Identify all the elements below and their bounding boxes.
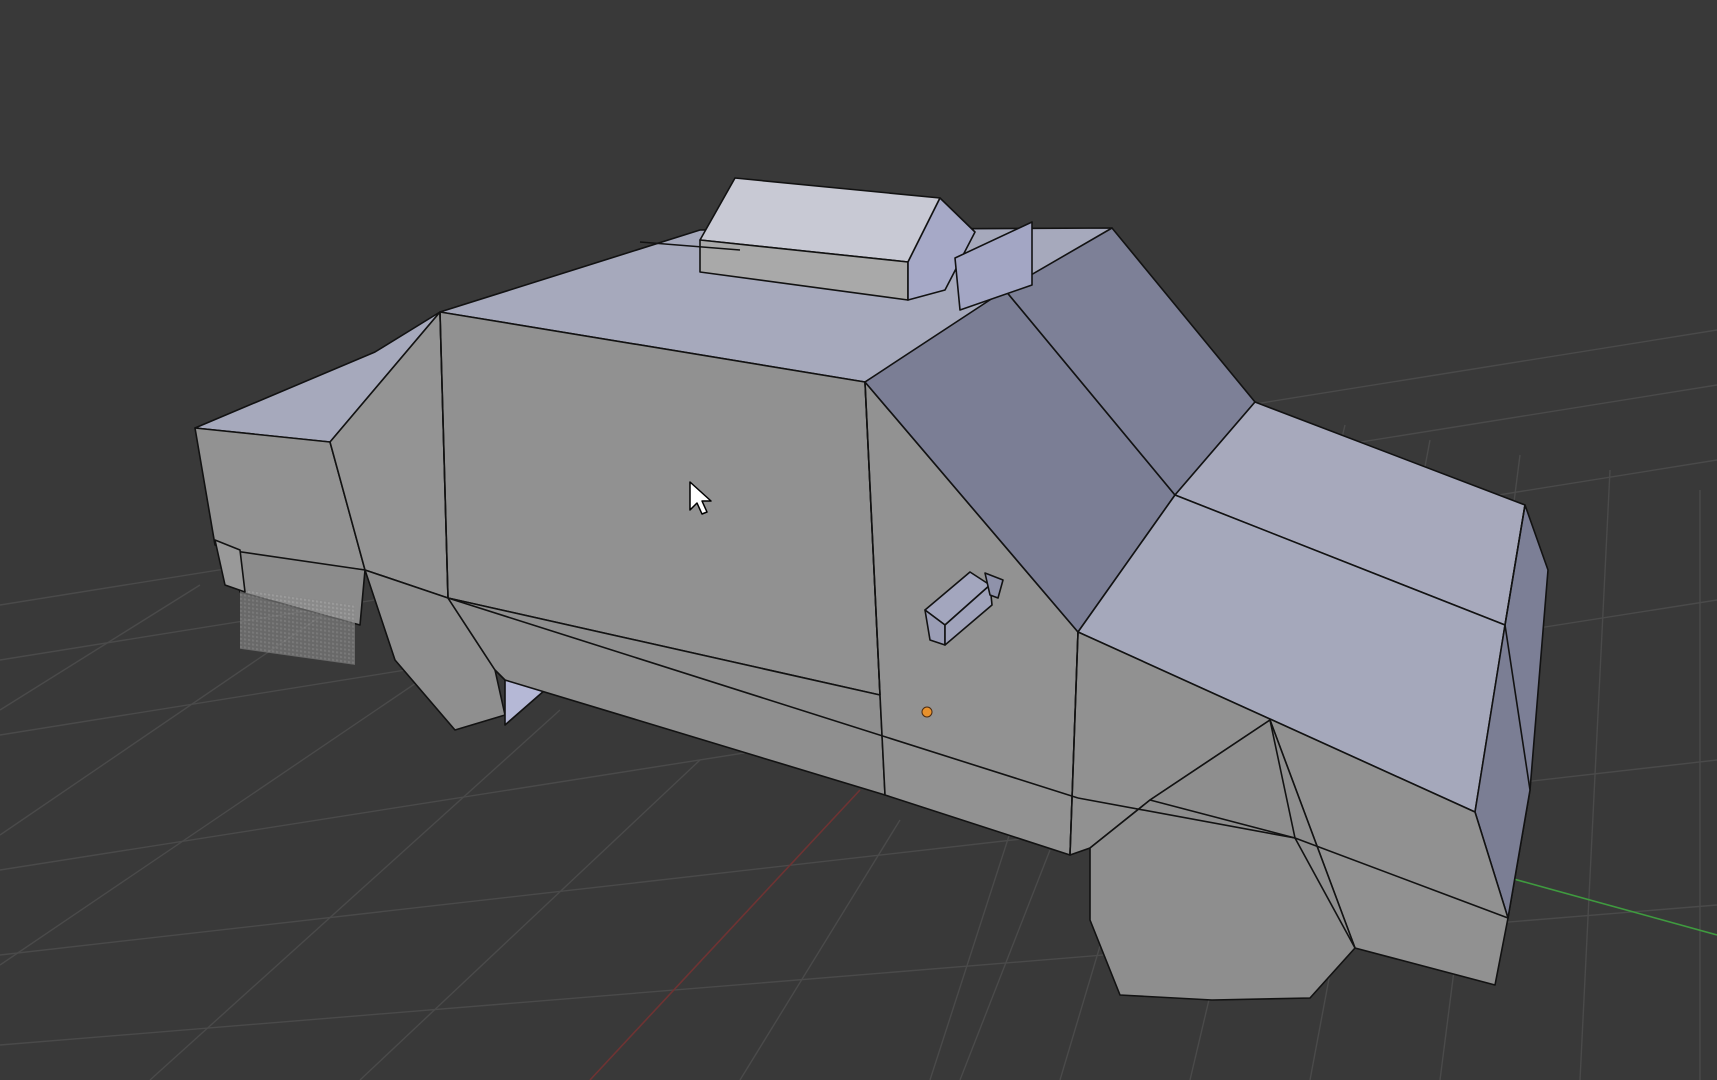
viewport-canvas[interactable] — [0, 0, 1717, 1080]
3d-viewport[interactable] — [0, 0, 1717, 1080]
object-origin-marker — [921, 706, 933, 718]
